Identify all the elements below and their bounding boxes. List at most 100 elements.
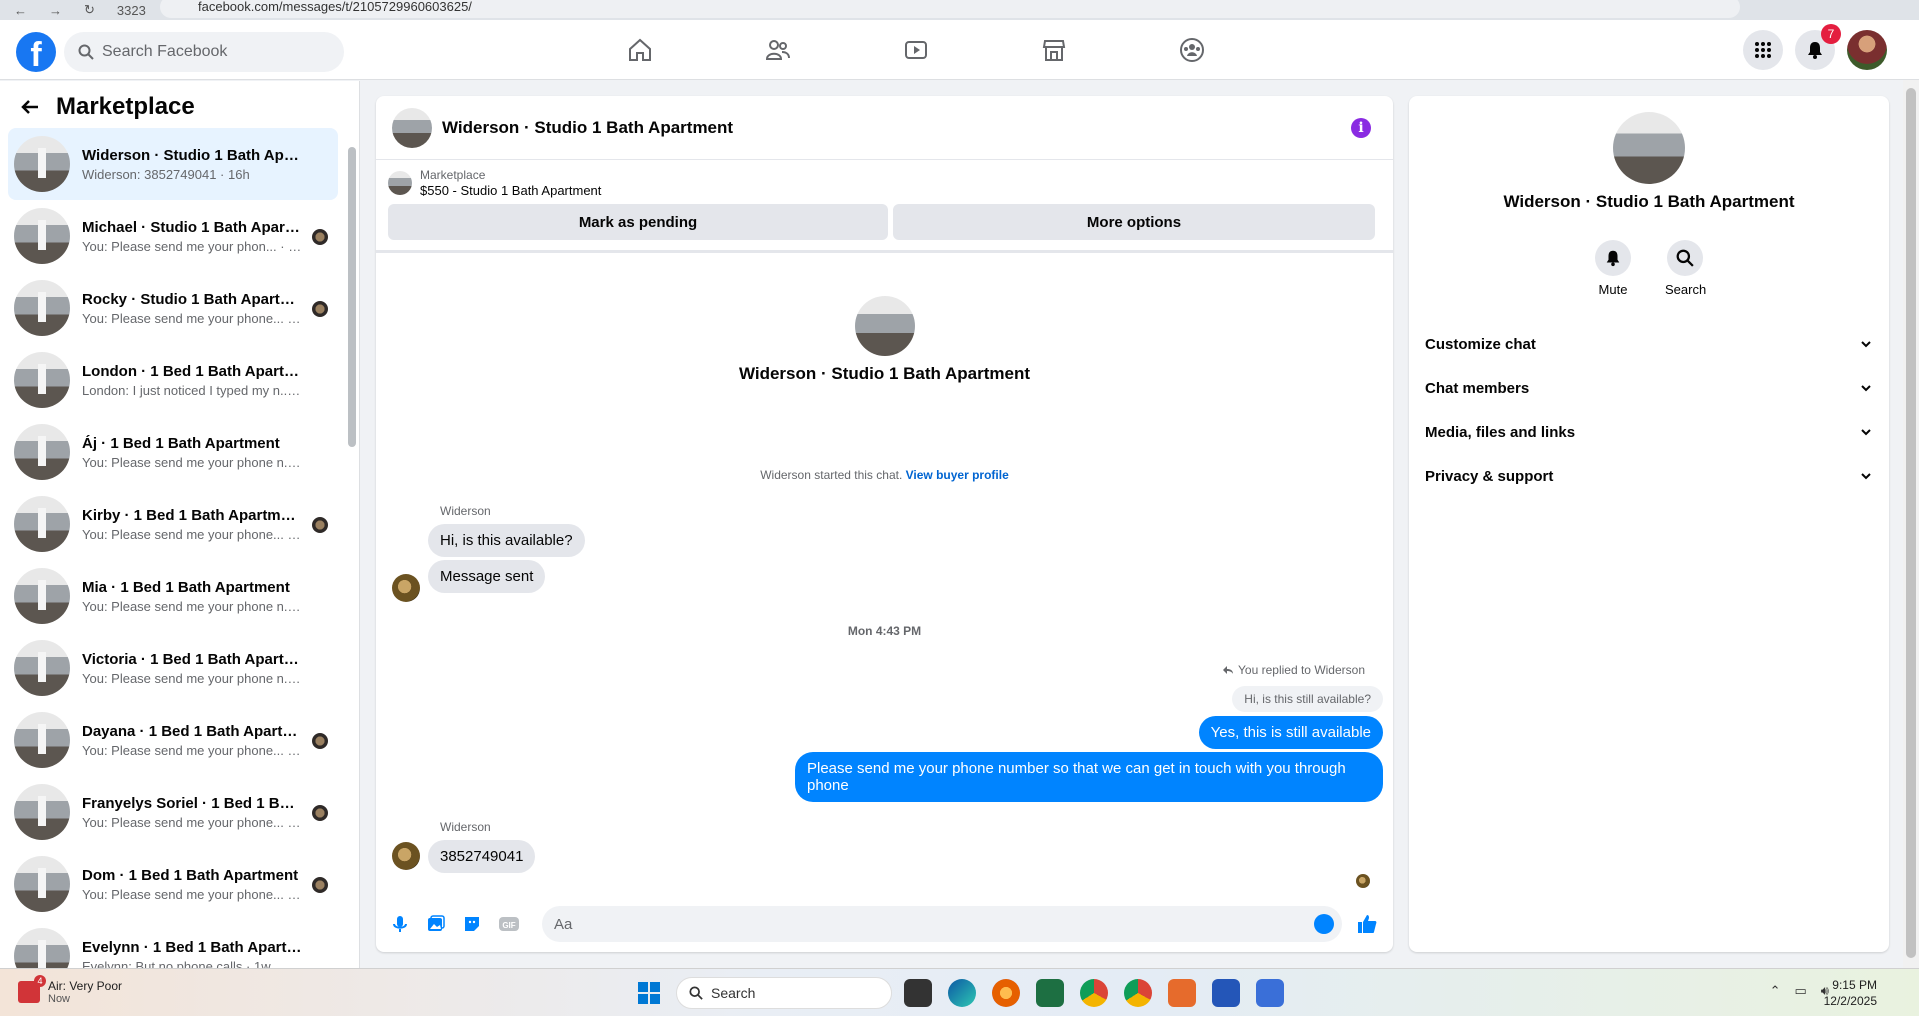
- listing-thumbnail: [14, 352, 70, 408]
- conversation-item[interactable]: Evelynn · 1 Bed 1 Bath Apartment Evelynn:…: [8, 920, 338, 968]
- incoming-message[interactable]: 3852749041: [428, 840, 536, 873]
- incoming-message[interactable]: Message sent: [428, 560, 546, 593]
- emoji-icon[interactable]: [1314, 914, 1334, 934]
- firefox-icon[interactable]: [992, 979, 1020, 1007]
- incoming-message[interactable]: Hi, is this available?: [428, 524, 585, 557]
- search-icon: [1676, 249, 1694, 267]
- profile-avatar[interactable]: [1847, 30, 1887, 70]
- sidebar-title: Marketplace: [56, 93, 195, 120]
- mark-pending-button[interactable]: Mark as pending: [388, 204, 888, 240]
- chevron-down-icon: [1861, 429, 1871, 436]
- listing-price[interactable]: $550 - Studio 1 Bath Apartment: [420, 183, 601, 198]
- page-scrollbar[interactable]: [1903, 80, 1919, 968]
- snipping-tool-icon[interactable]: [1168, 979, 1196, 1007]
- display-icon[interactable]: ▭: [1795, 983, 1807, 999]
- privacy-support-section[interactable]: Privacy & support: [1409, 454, 1889, 498]
- conversation-item[interactable]: Franyelys Soriel · 1 Bed 1 Bath ... You: …: [8, 776, 338, 848]
- conversation-item[interactable]: Dom · 1 Bed 1 Bath Apartment You: Please …: [8, 848, 338, 920]
- video-icon[interactable]: [896, 30, 936, 70]
- quoted-message[interactable]: Hi, is this still available?: [1232, 686, 1383, 712]
- conversation-item[interactable]: Áj · 1 Bed 1 Bath Apartment You: Please s…: [8, 416, 338, 488]
- friends-icon[interactable]: [758, 30, 798, 70]
- conversation-item[interactable]: Rocky · Studio 1 Bath Apartm... You: Plea…: [8, 272, 338, 344]
- groups-icon[interactable]: [1172, 30, 1212, 70]
- info-icon[interactable]: i: [1351, 118, 1371, 138]
- chat-started-notice: Widerson started this chat. View buyer p…: [376, 468, 1393, 482]
- sticker-icon[interactable]: [462, 914, 482, 934]
- conversation-title: Áj · 1 Bed 1 Bath Apartment: [82, 434, 280, 452]
- taskbar-search[interactable]: Search: [676, 977, 892, 1009]
- conversation-item[interactable]: London · 1 Bed 1 Bath Apartment London: I…: [8, 344, 338, 416]
- details-name: Widerson · Studio 1 Bath Apartment: [1503, 192, 1795, 211]
- chrome-profile-icon[interactable]: [1124, 979, 1152, 1007]
- conversation-preview: Evelynn: But no phone calls · 1w: [82, 958, 271, 969]
- chevron-up-icon[interactable]: ⌃: [1770, 983, 1781, 999]
- notifications-button[interactable]: 7: [1795, 24, 1841, 70]
- menu-grid-icon[interactable]: [1743, 30, 1783, 70]
- search-input[interactable]: Search Facebook: [64, 32, 344, 72]
- back-arrow-icon[interactable]: [20, 97, 40, 117]
- conversation-preview: You: Please send me your phone... · 1w: [82, 526, 302, 542]
- weather-widget[interactable]: 4 Air: Very Poor Now: [18, 975, 122, 1005]
- sender-name: Widerson: [440, 504, 491, 518]
- conversation-item[interactable]: Michael · Studio 1 Bath Apart... You: Ple…: [8, 200, 338, 272]
- chat-header: Widerson · Studio 1 Bath Apartment i: [376, 96, 1393, 160]
- thumbs-up-icon[interactable]: [1356, 913, 1378, 935]
- conversation-title: Victoria · 1 Bed 1 Bath Apartment: [82, 650, 302, 668]
- conversation-title: London · 1 Bed 1 Bath Apartment: [82, 362, 302, 380]
- edge-icon[interactable]: [948, 979, 976, 1007]
- clock-date: 12/2/2025: [1823, 994, 1877, 1008]
- conversation-item[interactable]: Mia · 1 Bed 1 Bath Apartment You: Please …: [8, 560, 338, 632]
- sender-avatar[interactable]: [392, 574, 420, 602]
- facebook-logo[interactable]: f: [16, 32, 56, 72]
- more-options-button[interactable]: More options: [893, 204, 1375, 240]
- app-icon[interactable]: [1256, 979, 1284, 1007]
- search-placeholder: Search Facebook: [102, 43, 228, 60]
- conversation-preview: London: I just noticed I typed my n... ·…: [82, 382, 302, 398]
- gif-icon[interactable]: GIF: [498, 914, 520, 934]
- address-bar[interactable]: facebook.com/messages/t/2105729960603625…: [160, 0, 1740, 18]
- reload-icon[interactable]: ↻: [84, 2, 95, 18]
- outgoing-message[interactable]: Please send me your phone number so that…: [795, 752, 1383, 802]
- tab-fragment: 3323: [116, 2, 146, 18]
- file-explorer-icon[interactable]: [904, 979, 932, 1007]
- reply-icon: [1223, 666, 1234, 674]
- photo-icon[interactable]: [426, 914, 446, 934]
- conversation-item[interactable]: Widerson · Studio 1 Bath Apart... Widerso…: [8, 128, 338, 200]
- chat-members-section[interactable]: Chat members: [1409, 366, 1889, 410]
- home-icon[interactable]: [620, 30, 660, 70]
- conversation-title: Franyelys Soriel · 1 Bed 1 Bath ...: [82, 794, 302, 812]
- customize-chat-section[interactable]: Customize chat: [1409, 322, 1889, 366]
- excel-icon[interactable]: [1036, 979, 1064, 1007]
- windows-start-icon[interactable]: [638, 982, 660, 1004]
- sidebar-scrollbar[interactable]: [348, 147, 356, 447]
- shield-icon[interactable]: [1212, 979, 1240, 1007]
- chat-panel: Widerson · Studio 1 Bath Apartment i Mar…: [376, 96, 1393, 952]
- chrome-icon[interactable]: [1080, 979, 1108, 1007]
- conversation-item[interactable]: Dayana · 1 Bed 1 Bath Apartm... You: Plea…: [8, 704, 338, 776]
- conversation-preview: Widerson: 3852749041 · 16h: [82, 166, 250, 182]
- seen-avatar: [312, 733, 328, 749]
- seen-avatar: [312, 517, 328, 533]
- conversation-item[interactable]: Kirby · 1 Bed 1 Bath Apartment You: Pleas…: [8, 488, 338, 560]
- marketplace-icon[interactable]: [1034, 30, 1074, 70]
- search-button[interactable]: Search: [1665, 240, 1706, 297]
- microphone-icon[interactable]: [390, 914, 410, 934]
- listing-thumbnail: [14, 424, 70, 480]
- media-files-links-section[interactable]: Media, files and links: [1409, 410, 1889, 454]
- view-buyer-profile-link[interactable]: View buyer profile: [906, 468, 1009, 482]
- conversation-item[interactable]: Victoria · 1 Bed 1 Bath Apartment You: Pl…: [8, 632, 338, 704]
- sender-avatar[interactable]: [392, 842, 420, 870]
- conversation-list: Widerson · Studio 1 Bath Apart... Widerso…: [8, 128, 338, 968]
- started-text: Widerson started this chat.: [760, 468, 903, 482]
- outgoing-message[interactable]: Yes, this is still available: [1198, 716, 1383, 749]
- system-clock[interactable]: 9:15 PM 12/2/2025: [1824, 977, 1877, 1009]
- chat-thumbnail[interactable]: [392, 107, 432, 148]
- bell-icon: [1606, 250, 1620, 267]
- mute-button[interactable]: Mute: [1593, 240, 1633, 297]
- chat-title[interactable]: Widerson · Studio 1 Bath Apartment: [442, 118, 733, 138]
- forward-icon[interactable]: →: [49, 3, 62, 18]
- back-icon[interactable]: ←: [14, 3, 27, 18]
- message-input[interactable]: Aa: [542, 906, 1342, 942]
- listing-thumbnail[interactable]: [388, 171, 412, 195]
